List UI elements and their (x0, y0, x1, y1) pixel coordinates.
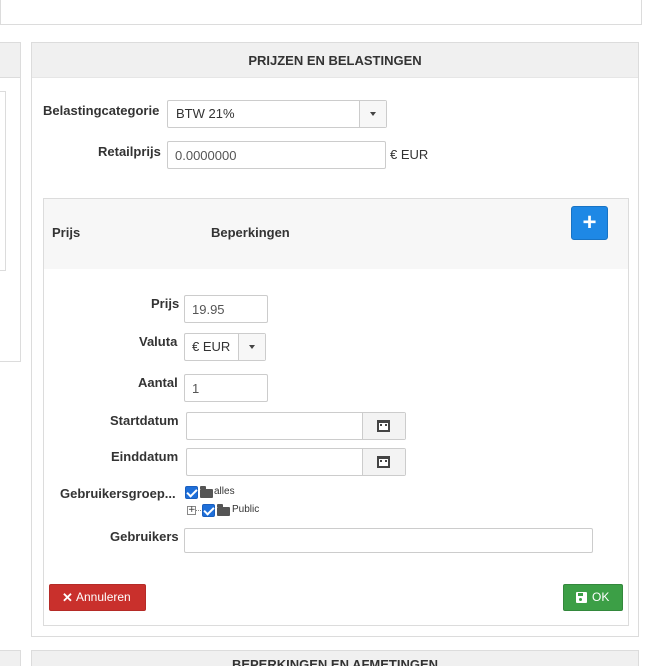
price-label: Prijs (151, 296, 180, 311)
left-panel-header (0, 43, 20, 78)
end-date-field[interactable] (186, 448, 406, 476)
add-price-button[interactable]: + (571, 206, 608, 240)
restrictions-dimensions-title: BEPERKINGEN EN AFMETINGEN (231, 657, 439, 666)
end-date-picker-button[interactable] (362, 449, 405, 475)
group-label-public: Public (232, 504, 260, 515)
price-table-header: Prijs Beperkingen + (44, 199, 628, 269)
currency-label: Valuta (139, 334, 178, 349)
currency-value: € EUR (192, 339, 231, 354)
calendar-icon (377, 456, 390, 468)
top-panel (0, 0, 642, 25)
prices-taxes-panel: PRIJZEN EN BELASTINGEN Belastingcategori… (31, 42, 639, 637)
quantity-input[interactable] (184, 374, 268, 402)
tree-connector (196, 510, 201, 511)
users-input[interactable] (184, 528, 593, 553)
start-date-label: Startdatum (110, 413, 179, 428)
calendar-icon (377, 420, 390, 432)
column-header-restrictions: Beperkingen (211, 225, 290, 240)
price-input[interactable] (184, 295, 268, 323)
close-icon: ✕ (62, 590, 73, 605)
currency-dropdown-button[interactable] (238, 334, 265, 360)
column-header-price: Prijs (52, 225, 81, 240)
currency-select[interactable]: € EUR (184, 333, 266, 361)
retail-price-input[interactable] (167, 141, 386, 169)
tax-category-dropdown-button[interactable] (359, 101, 386, 127)
chevron-down-icon (370, 112, 376, 116)
users-label: Gebruikers (110, 529, 179, 544)
left-panel-inner (0, 91, 6, 271)
restrictions-dimensions-panel: BEPERKINGEN EN AFMETINGEN (31, 650, 639, 666)
ok-button[interactable]: OK (563, 584, 623, 611)
tax-category-value: BTW 21% (176, 106, 235, 121)
panel-title: PRIJZEN EN BELASTINGEN (32, 43, 638, 78)
group-checkbox-alles[interactable] (185, 486, 198, 499)
retail-currency-label: € EUR (390, 147, 429, 162)
cancel-button[interactable]: ✕ Annuleren (49, 584, 146, 611)
group-checkbox-public[interactable] (202, 504, 215, 517)
ok-button-label: OK (592, 590, 610, 604)
quantity-label: Aantal (138, 375, 178, 390)
plus-icon: + (582, 209, 597, 236)
end-date-label: Einddatum (111, 449, 179, 464)
user-groups-label: Gebruikersgroep... (60, 486, 176, 501)
chevron-down-icon (249, 345, 255, 349)
left-panel (0, 42, 21, 362)
cancel-button-label: Annuleren (76, 590, 131, 604)
price-table-panel: Prijs Beperkingen + Prijs Valuta € EUR A… (43, 198, 629, 626)
group-label-alles: alles (214, 486, 235, 497)
start-date-field[interactable] (186, 412, 406, 440)
retail-price-label: Retailprijs (98, 144, 161, 159)
left-panel-bottom (0, 650, 21, 666)
start-date-picker-button[interactable] (362, 413, 405, 439)
tax-category-label: Belastingcategorie (43, 103, 160, 118)
tax-category-select[interactable]: BTW 21% (167, 100, 387, 128)
folder-icon (217, 504, 230, 516)
save-icon (576, 592, 587, 603)
folder-icon (200, 486, 213, 498)
expand-icon[interactable]: + (187, 506, 196, 515)
